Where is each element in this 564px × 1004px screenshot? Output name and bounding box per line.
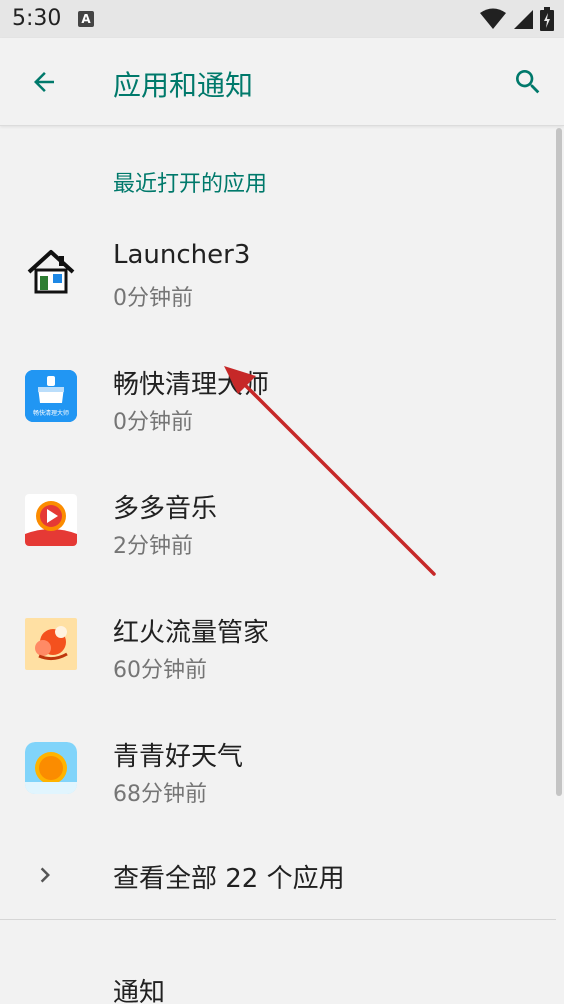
arrow-back-icon xyxy=(34,72,54,92)
wifi-icon xyxy=(480,8,506,29)
app-last-used: 0分钟前 xyxy=(113,286,193,311)
back-button[interactable] xyxy=(22,60,66,104)
notifications-item[interactable]: 通知 xyxy=(113,972,165,1004)
app-row-weather[interactable]: 青青好天气 68分钟前 xyxy=(0,706,556,830)
status-indicators xyxy=(480,6,554,32)
app-row-music[interactable]: 多多音乐 2分钟前 xyxy=(0,458,556,582)
battery-icon xyxy=(540,7,554,31)
app-bar: 应用和通知 xyxy=(0,38,564,126)
app-row-cleaner[interactable]: 畅快清理大师 畅快清理大师 0分钟前 xyxy=(0,334,556,458)
weather-sun-icon xyxy=(25,742,77,794)
app-name: Launcher3 xyxy=(113,240,251,270)
app-last-used: 60分钟前 xyxy=(113,658,207,683)
launcher-house-icon xyxy=(25,246,77,298)
see-all-apps-label: 查看全部 22 个应用 xyxy=(113,864,345,894)
see-all-apps-row[interactable]: 查看全部 22 个应用 xyxy=(0,840,556,916)
search-button[interactable] xyxy=(506,60,550,104)
app-name: 多多音乐 xyxy=(113,494,218,524)
app-last-used: 0分钟前 xyxy=(113,410,193,435)
music-play-icon xyxy=(25,494,77,546)
cleaner-icon-text: 畅快清理大师 xyxy=(32,410,69,417)
page-title: 应用和通知 xyxy=(113,69,254,102)
chevron-right-icon xyxy=(40,867,50,883)
recent-apps-header: 最近打开的应用 xyxy=(113,172,268,197)
cell-signal-icon xyxy=(514,10,533,29)
traffic-manager-icon xyxy=(25,618,77,670)
notification-a-icon: A xyxy=(78,11,94,27)
app-name: 畅快清理大师 xyxy=(113,370,270,400)
cleaner-broom-icon: 畅快清理大师 xyxy=(25,370,77,422)
section-divider xyxy=(0,919,556,920)
app-row-launcher3[interactable]: Launcher3 0分钟前 xyxy=(0,210,556,334)
search-icon xyxy=(516,70,540,94)
app-name: 红火流量管家 xyxy=(113,618,270,648)
status-time: 5:30 xyxy=(12,6,62,31)
scrollbar[interactable] xyxy=(556,128,562,796)
app-last-used: 68分钟前 xyxy=(113,782,207,807)
app-row-traffic-manager[interactable]: 红火流量管家 60分钟前 xyxy=(0,582,556,706)
app-last-used: 2分钟前 xyxy=(113,534,193,559)
status-bar: 5:30 A xyxy=(0,0,564,38)
app-name: 青青好天气 xyxy=(113,742,244,772)
